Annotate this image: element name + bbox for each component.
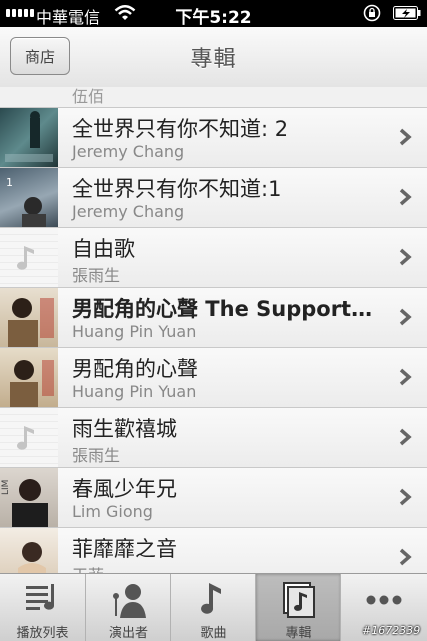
album-list[interactable]: 伍佰 全世界只有你不知道: 2 Jeremy Chang 1 全世界只有你不知道…: [0, 87, 427, 573]
chevron-right-icon: [399, 308, 412, 326]
svg-text:1: 1: [6, 176, 13, 189]
tab-label: 演出者: [108, 626, 148, 641]
album-artist: Jeremy Chang: [72, 142, 185, 161]
album-artwork: LIM: [0, 468, 58, 527]
album-title: 春風少年兄: [72, 477, 177, 501]
tab-label: 播放列表: [16, 626, 69, 641]
list-item[interactable]: 全世界只有你不知道: 2 Jeremy Chang: [0, 108, 427, 168]
album-artist: Jeremy Chang: [72, 202, 185, 221]
list-item[interactable]: 菲靡靡之音 王菲: [0, 528, 427, 573]
watermark: #1672339: [362, 624, 421, 637]
playlist-icon: [26, 584, 54, 610]
music-note-icon: [17, 426, 34, 450]
album-artwork-placeholder: [0, 228, 58, 287]
svg-text:LIM: LIM: [1, 480, 11, 495]
album-artist: Huang Pin Yuan: [72, 322, 197, 341]
tab-songs[interactable]: 歌曲: [170, 574, 256, 641]
album-artwork: [0, 528, 58, 573]
tab-albums[interactable]: 專輯: [255, 574, 341, 641]
album-artwork: [0, 348, 58, 407]
album-artist: Lim Giong: [72, 502, 153, 521]
chevron-right-icon: [399, 488, 412, 506]
song-note-icon: [201, 583, 221, 614]
tab-playlists[interactable]: 播放列表: [0, 574, 85, 641]
album-artist: 王菲: [72, 562, 104, 573]
album-artwork: [0, 108, 58, 167]
list-item[interactable]: 自由歌 張雨生: [0, 228, 427, 288]
album-title: 自由歌: [72, 237, 135, 261]
list-item[interactable]: 伍佰: [0, 87, 427, 108]
list-item[interactable]: 1 全世界只有你不知道:1 Jeremy Chang: [0, 168, 427, 228]
tab-artists[interactable]: 演出者: [85, 574, 171, 641]
album-artist: Huang Pin Yuan: [72, 382, 197, 401]
chevron-right-icon: [399, 128, 412, 146]
list-item[interactable]: 男配角的心聲 Huang Pin Yuan: [0, 348, 427, 408]
album-title: 男配角的心聲: [72, 357, 198, 381]
list-item[interactable]: 雨生歡禧城 張雨生: [0, 408, 427, 468]
album-title: 菲靡靡之音: [72, 537, 177, 561]
chevron-right-icon: [399, 428, 412, 446]
chevron-right-icon: [399, 368, 412, 386]
album-artist: 張雨生: [72, 266, 121, 285]
list-item[interactable]: LIM 春風少年兄 Lim Giong: [0, 468, 427, 528]
chevron-right-icon: [399, 248, 412, 266]
chevron-right-icon: [399, 548, 412, 566]
album-artwork: 1: [0, 168, 58, 227]
album-artwork: [0, 288, 58, 347]
navigation-bar: 商店 專輯: [0, 27, 427, 88]
tab-label: 專輯: [285, 626, 312, 641]
list-item[interactable]: 男配角的心聲 The Support… Huang Pin Yuan: [0, 288, 427, 348]
chevron-right-icon: [399, 188, 412, 206]
battery-icon: [393, 6, 421, 20]
album-artwork-placeholder: [0, 408, 58, 467]
page-title: 專輯: [190, 47, 237, 72]
artist-icon: [113, 584, 146, 618]
music-note-icon: [17, 246, 34, 270]
album-title: 男配角的心聲 The Support…: [72, 297, 373, 321]
album-artist: 伍佰: [72, 87, 105, 106]
status-bar: 中華電信 下午5:22: [0, 0, 427, 28]
album-title: 全世界只有你不知道:1: [72, 177, 282, 201]
more-icon: [366, 595, 402, 605]
album-title: 全世界只有你不知道: 2: [72, 117, 289, 141]
rotation-lock-icon: [363, 4, 381, 22]
album-icon: [283, 582, 315, 618]
tab-label: 歌曲: [200, 626, 227, 641]
album-title: 雨生歡禧城: [72, 417, 177, 441]
album-artist: 張雨生: [72, 446, 121, 465]
